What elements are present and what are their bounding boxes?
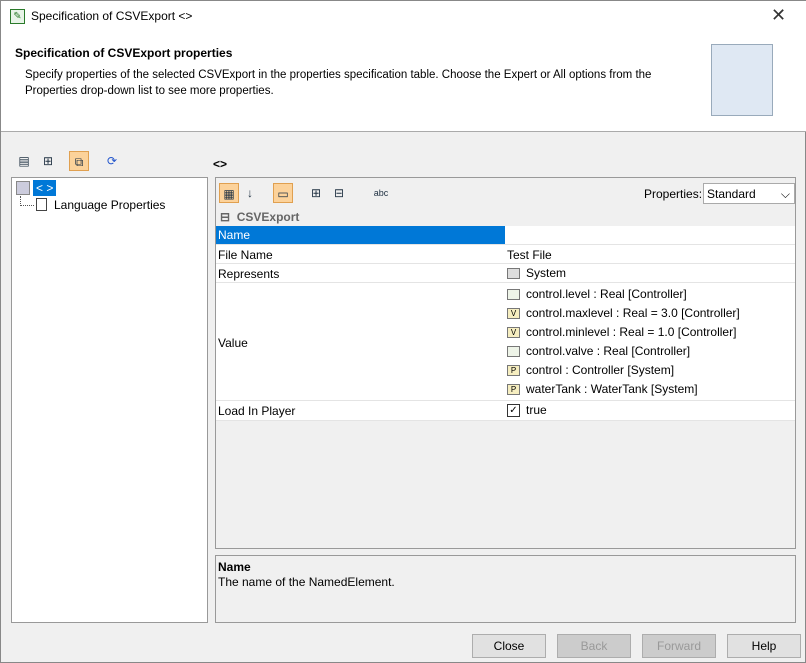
row-name: Represents: [218, 267, 280, 281]
value-item: waterTank : WaterTank [System]: [526, 382, 698, 396]
tree-item-language-properties[interactable]: Language Properties: [54, 198, 165, 212]
table-row[interactable]: File Name Test File: [216, 245, 795, 264]
header: Specification of CSVExport properties Sp…: [1, 32, 806, 132]
properties-grid: ▦ ↓ ▭ ⊞ ⊟ abc Properties: Standard ⌵ ⊟ CS…: [215, 177, 796, 549]
element-tree[interactable]: < > Language Properties: [11, 177, 208, 623]
sort-az-icon[interactable]: ↓: [240, 183, 260, 203]
copy-view-icon[interactable]: ⧉: [69, 151, 89, 171]
table-row[interactable]: Value control.level : Real [Controller] …: [216, 283, 795, 401]
value-text: true: [526, 403, 547, 417]
description-panel: Name The name of the NamedElement.: [215, 555, 796, 623]
value-list[interactable]: control.level : Real [Controller] Vcontr…: [507, 285, 740, 399]
header-description: Specify properties of the selected CSVEx…: [25, 69, 652, 97]
properties-select-value: Standard: [707, 187, 756, 201]
description-title: Name: [218, 560, 251, 574]
description-toggle-icon[interactable]: ▭: [273, 183, 293, 203]
spelling-icon[interactable]: abc: [371, 183, 391, 203]
row-value[interactable]: System: [507, 264, 566, 283]
row-name: Value: [218, 336, 248, 350]
description-text: The name of the NamedElement.: [218, 575, 395, 589]
forward-button[interactable]: Forward: [642, 634, 716, 658]
value-item: control : Controller [System]: [526, 363, 675, 377]
tree-root[interactable]: < >: [33, 180, 57, 196]
expand-all-icon[interactable]: ⊞: [306, 183, 326, 203]
header-title: Specification of CSVExport properties: [15, 46, 233, 60]
checkbox-checked[interactable]: ✓: [507, 404, 520, 417]
table-view-icon[interactable]: ▤: [14, 151, 34, 171]
title-bar: ✎ Specification of CSVExport <> ✕: [1, 1, 806, 32]
part-property-icon: P: [507, 384, 520, 395]
back-button[interactable]: Back: [557, 634, 631, 658]
help-button[interactable]: Help: [727, 634, 801, 658]
categorized-icon[interactable]: ▦: [219, 183, 239, 203]
collapse-all-icon[interactable]: ⊟: [329, 183, 349, 203]
refresh-icon[interactable]: ⟳: [102, 151, 122, 171]
value-item: control.maxlevel : Real = 3.0 [Controlle…: [526, 306, 740, 320]
value-item: control.minlevel : Real = 1.0 [Controlle…: [526, 325, 737, 339]
csv-icon: [16, 181, 30, 195]
group-label: CSVExport: [236, 210, 300, 224]
collapse-icon: ⊟: [220, 210, 231, 224]
value-property-icon: V: [507, 308, 520, 319]
properties-select[interactable]: Standard ⌵: [703, 183, 795, 204]
value-item: control.valve : Real [Controller]: [526, 344, 691, 358]
property-icon: [507, 289, 520, 300]
block-icon: [507, 268, 520, 279]
row-name: Load In Player: [218, 404, 296, 418]
row-name: File Name: [218, 248, 273, 262]
group-header[interactable]: ⊟ CSVExport: [216, 208, 795, 226]
part-property-icon: P: [507, 365, 520, 376]
row-value[interactable]: Test File: [507, 248, 552, 262]
close-button[interactable]: Close: [472, 634, 546, 658]
close-window-button[interactable]: ✕: [771, 5, 786, 26]
app-icon: ✎: [10, 9, 25, 24]
page-icon: [36, 198, 47, 211]
document-pencil-icon: [711, 44, 773, 116]
element-label: <>: [213, 157, 228, 171]
properties-label: Properties:: [644, 187, 703, 201]
chevron-down-icon: ⌵: [780, 187, 790, 201]
property-icon: [507, 346, 520, 357]
row-value[interactable]: ✓ true: [507, 401, 547, 420]
value-item: control.level : Real [Controller]: [526, 287, 687, 301]
value-property-icon: V: [507, 327, 520, 338]
row-name: Name: [218, 228, 251, 242]
tree-view-icon[interactable]: ⊞: [38, 151, 58, 171]
table-row[interactable]: Name: [216, 226, 795, 245]
window-title: Specification of CSVExport <>: [31, 9, 193, 23]
table-row[interactable]: Load In Player ✓ true: [216, 401, 795, 421]
table-row[interactable]: Represents System: [216, 264, 795, 283]
value-text: System: [526, 266, 567, 280]
